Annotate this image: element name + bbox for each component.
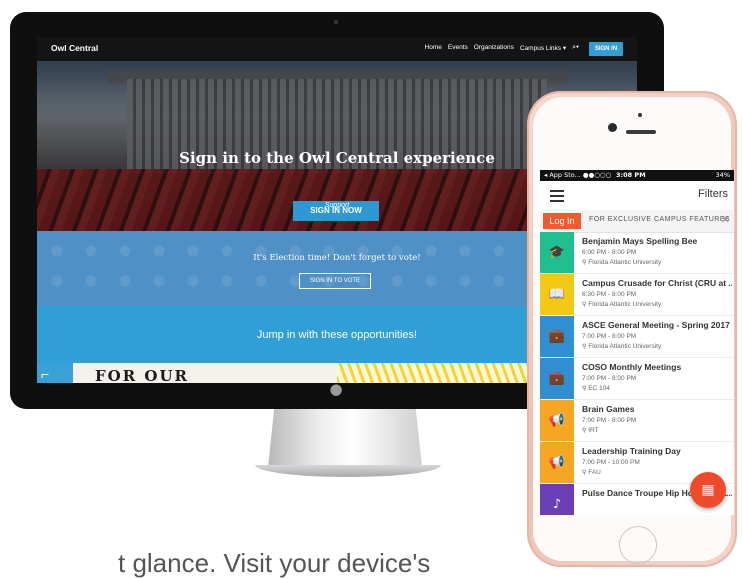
imac-stand xyxy=(268,409,422,467)
app-header: Filters xyxy=(540,181,734,211)
event-time: 6:00 PM - 8:00 PM xyxy=(582,249,637,256)
event-title: Brain Games xyxy=(582,404,635,414)
phone-home-button[interactable] xyxy=(619,526,657,564)
briefcase-icon: 💼 xyxy=(540,316,574,357)
event-location: ⚲ EC 104 xyxy=(582,385,610,392)
location-pin-icon: ⚲ xyxy=(582,302,587,308)
location-pin-icon: ⚲ xyxy=(582,428,587,434)
event-time: 6:30 PM - 8:00 PM xyxy=(582,291,637,298)
site-brand[interactable]: Owl Central xyxy=(51,43,98,53)
event-location: ⚲ Florida Atlantic University xyxy=(582,343,661,350)
list-item[interactable]: 🎓 Benjamin Mays Spelling Bee 6:00 PM - 8… xyxy=(540,232,734,274)
event-time: 7:00 PM - 10:00 PM xyxy=(582,459,640,466)
event-location-text: Florida Atlantic University xyxy=(588,343,662,350)
login-banner: Log In FOR EXCLUSIVE CAMPUS FEATURES ✕ xyxy=(540,210,734,233)
event-location: ⚲ Florida Atlantic University xyxy=(582,301,661,308)
event-title: Benjamin Mays Spelling Bee xyxy=(582,236,698,246)
location-pin-icon: ⚲ xyxy=(582,344,587,350)
list-item[interactable]: 💼 COSO Monthly Meetings 7:00 PM - 8:00 P… xyxy=(540,358,734,400)
imac-camera xyxy=(334,20,338,24)
status-battery: 34% xyxy=(715,171,730,179)
event-location-text: Florida Atlantic University xyxy=(588,259,662,266)
megaphone-icon: 📢 xyxy=(540,442,574,483)
close-icon[interactable]: ✕ xyxy=(721,213,730,226)
opportunity-card-icon[interactable]: ⌐ xyxy=(37,363,73,383)
hamburger-menu-icon[interactable] xyxy=(550,190,564,202)
phone-speaker xyxy=(626,130,656,134)
event-title: ASCE General Meeting - Spring 2017 xyxy=(582,320,730,330)
location-pin-icon: ⚲ xyxy=(582,260,587,266)
event-location-text: Florida Atlantic University xyxy=(588,301,662,308)
event-time: 7:00 PM - 8:00 PM xyxy=(582,333,637,340)
status-bar: ◂ App Sto... ●●○○○ 3:08 PM 34% xyxy=(540,170,734,181)
sign-in-to-vote-button[interactable]: SIGN IN TO VOTE xyxy=(299,273,371,289)
status-carrier: ◂ App Sto... ●●○○○ xyxy=(544,171,612,179)
event-time: 7:00 PM - 8:00 PM xyxy=(582,417,637,424)
event-time: 7:00 PM - 8:00 PM xyxy=(582,375,637,382)
imac-stand-base xyxy=(255,465,441,477)
list-item[interactable]: 📢 Brain Games 7:00 PM - 8:00 PM ⚲ IRT xyxy=(540,400,734,442)
navbar-sign-in-button[interactable]: SIGN IN xyxy=(589,42,623,56)
log-in-button[interactable]: Log In xyxy=(543,213,581,229)
nav-home[interactable]: Home xyxy=(425,44,442,52)
book-icon: 📖 xyxy=(540,274,574,315)
location-pin-icon: ⚲ xyxy=(582,386,587,392)
filters-button[interactable]: Filters xyxy=(698,188,728,200)
status-time: 3:08 PM xyxy=(616,171,646,179)
website-navbar: Owl Central Home Events Organizations Ca… xyxy=(37,37,637,61)
list-item[interactable]: 📖 Campus Crusade for Christ (CRU at ... … xyxy=(540,274,734,316)
search-icon[interactable]: ⌕▾ xyxy=(572,44,579,52)
opportunity-art[interactable] xyxy=(337,363,557,383)
megaphone-icon: 📢 xyxy=(540,400,574,441)
opportunity-poster[interactable]: FOR OUR xyxy=(77,363,337,383)
event-location-text: EC 104 xyxy=(588,385,610,392)
phone-camera xyxy=(608,123,617,132)
apple-logo-icon: ● xyxy=(329,380,343,398)
event-title: Campus Crusade for Christ (CRU at ... xyxy=(582,278,732,288)
nav-campus-links[interactable]: Campus Links ▾ xyxy=(520,44,566,52)
music-icon: ♪ xyxy=(540,484,574,515)
location-pin-icon: ⚲ xyxy=(582,470,587,476)
event-location-text: IRT xyxy=(588,427,599,434)
list-item[interactable]: 💼 ASCE General Meeting - Spring 2017 7:0… xyxy=(540,316,734,358)
mobile-app-screen: ◂ App Sto... ●●○○○ 3:08 PM 34% Filters L… xyxy=(540,170,734,515)
nav-links: Home Events Organizations Campus Links ▾… xyxy=(425,44,579,52)
event-location: ⚲ FAU xyxy=(582,469,601,476)
nav-events[interactable]: Events xyxy=(448,44,468,52)
phone-sensor xyxy=(638,113,642,117)
nav-organizations[interactable]: Organizations xyxy=(474,44,514,52)
event-location: ⚲ IRT xyxy=(582,427,599,434)
event-location: ⚲ Florida Atlantic University xyxy=(582,259,661,266)
event-title: Leadership Training Day xyxy=(582,446,681,456)
graduation-cap-icon: 🎓 xyxy=(540,232,574,273)
map-icon[interactable]: ▦ xyxy=(690,472,726,508)
event-title: COSO Monthly Meetings xyxy=(582,362,682,372)
briefcase-icon: 💼 xyxy=(540,358,574,399)
event-location-text: FAU xyxy=(588,469,601,476)
login-banner-text: FOR EXCLUSIVE CAMPUS FEATURES xyxy=(589,216,731,223)
caption-text: t glance. Visit your device's xyxy=(118,548,431,578)
